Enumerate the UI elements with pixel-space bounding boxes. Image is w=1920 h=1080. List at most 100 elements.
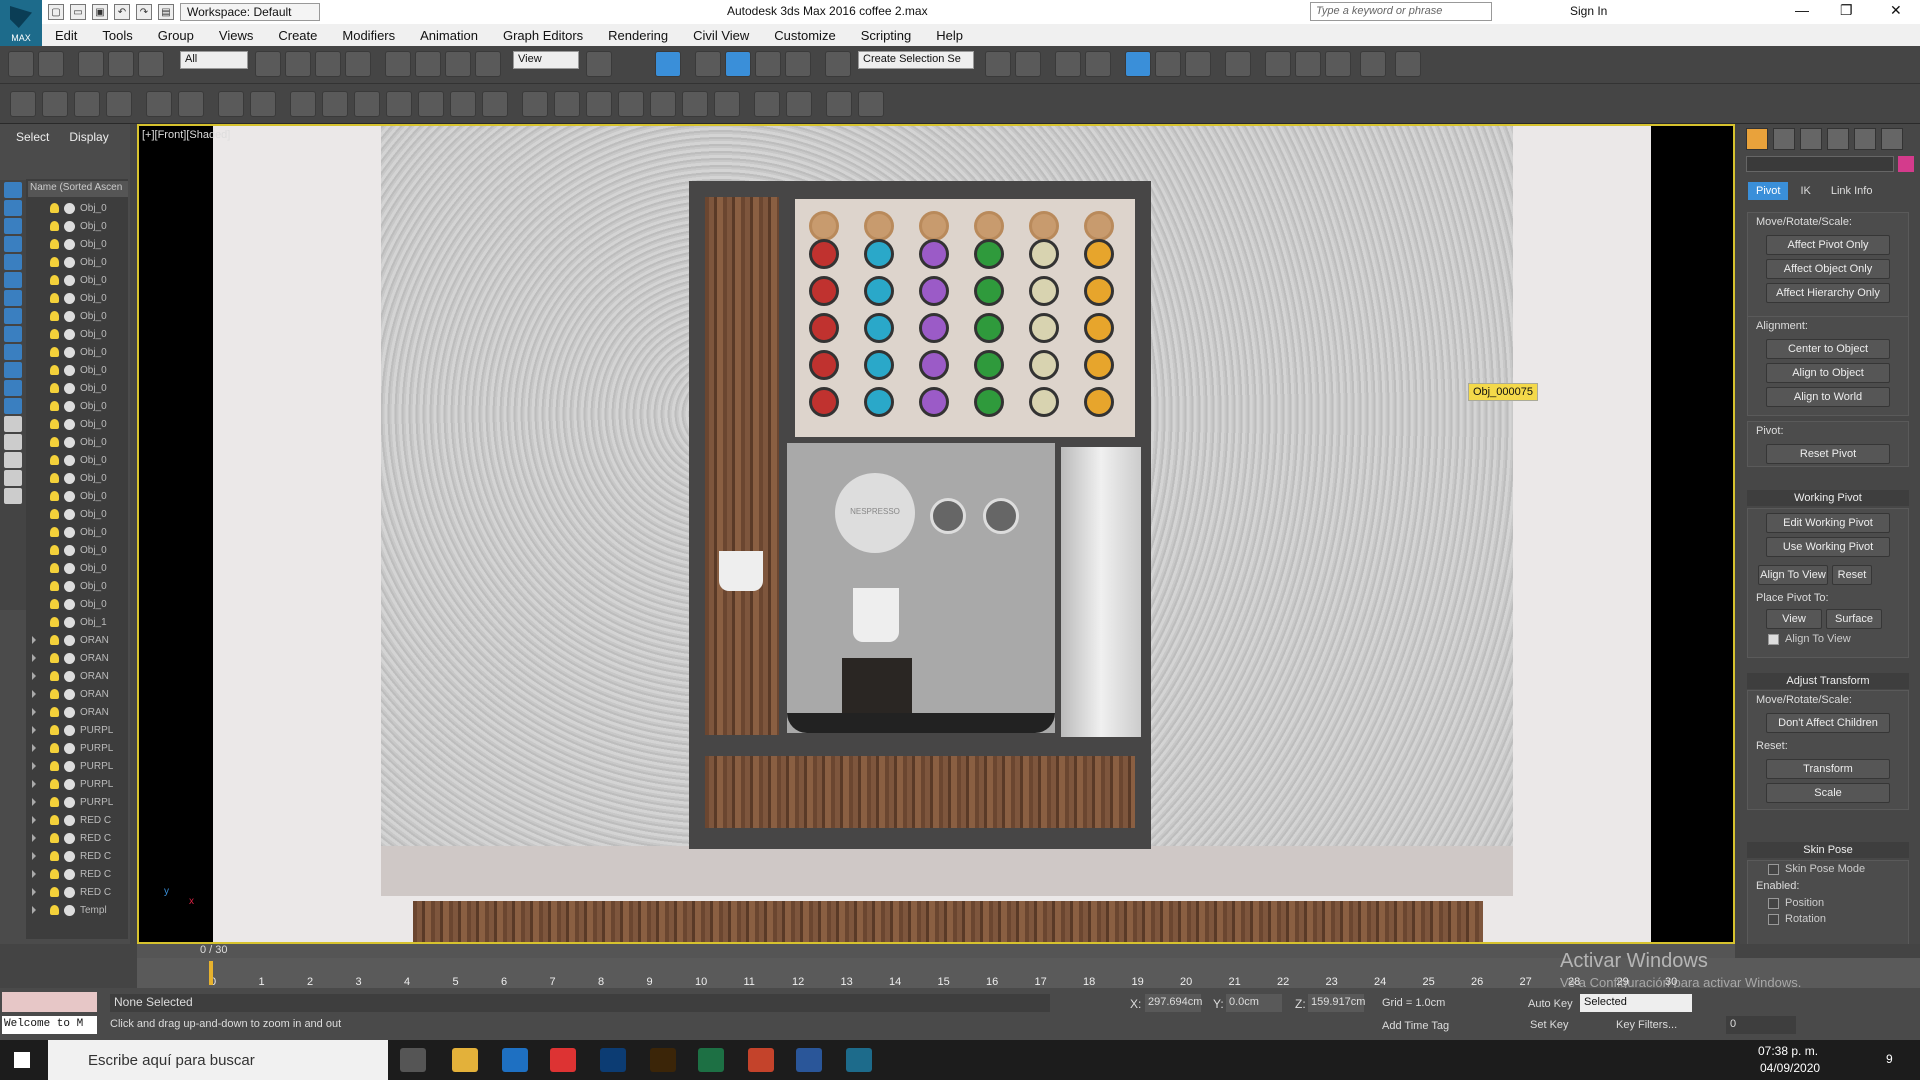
expand-arrow-icon[interactable]: [32, 744, 36, 752]
lightbulb-icon[interactable]: [50, 599, 59, 609]
display-none-icon[interactable]: [4, 416, 22, 432]
object-name-field[interactable]: [1746, 156, 1894, 172]
lightbulb-icon[interactable]: [50, 473, 59, 483]
list-item[interactable]: ORAN: [28, 631, 128, 649]
use-working-pivot-button[interactable]: Use Working Pivot: [1766, 537, 1890, 557]
menu-civil-view[interactable]: Civil View: [693, 28, 749, 43]
utilities-tab-icon[interactable]: [1881, 128, 1903, 150]
list-item[interactable]: Obj_0: [28, 523, 128, 541]
percent-snap-icon[interactable]: [755, 51, 781, 77]
list-item[interactable]: Obj_0: [28, 559, 128, 577]
rotate-icon[interactable]: [415, 51, 441, 77]
list-item[interactable]: PURPL: [28, 739, 128, 757]
render-production-icon[interactable]: [1325, 51, 1351, 77]
expand-arrow-icon[interactable]: [32, 636, 36, 644]
lightbulb-icon[interactable]: [50, 509, 59, 519]
pivot-center-icon[interactable]: [586, 51, 612, 77]
list-item[interactable]: Obj_0: [28, 379, 128, 397]
list-item[interactable]: Obj_0: [28, 541, 128, 559]
list-item[interactable]: PURPL: [28, 721, 128, 739]
hierarchy-tab-icon[interactable]: [1800, 128, 1822, 150]
mirror-icon[interactable]: [985, 51, 1011, 77]
list-item[interactable]: Obj_0: [28, 595, 128, 613]
tab-pivot[interactable]: Pivot: [1748, 182, 1789, 200]
affect-hierarchy-only-button[interactable]: Affect Hierarchy Only: [1766, 283, 1890, 303]
expand-arrow-icon[interactable]: [32, 906, 36, 914]
move-icon[interactable]: [385, 51, 411, 77]
file-explorer-icon[interactable]: [452, 1048, 478, 1072]
windows-start-icon[interactable]: [14, 1052, 30, 1068]
lightbulb-icon[interactable]: [50, 455, 59, 465]
lightbulb-icon[interactable]: [50, 401, 59, 411]
list-item[interactable]: Obj_0: [28, 361, 128, 379]
lightbulb-icon[interactable]: [50, 743, 59, 753]
expand-arrow-icon[interactable]: [32, 708, 36, 716]
lightbulb-icon[interactable]: [50, 581, 59, 591]
redo-icon[interactable]: [38, 51, 64, 77]
link-icon[interactable]: [78, 51, 104, 77]
unlink-icon[interactable]: [108, 51, 134, 77]
viewport-label[interactable]: [+][Front][Shaded]: [142, 129, 230, 141]
list-item[interactable]: RED C: [28, 865, 128, 883]
list-item[interactable]: Obj_0: [28, 289, 128, 307]
sphere-icon[interactable]: [354, 91, 380, 117]
taskbar-search[interactable]: Escribe aquí para buscar: [48, 1040, 388, 1080]
lightbulb-icon[interactable]: [50, 563, 59, 573]
render-iterative-icon[interactable]: [1360, 51, 1386, 77]
affect-object-only-button[interactable]: Affect Object Only: [1766, 259, 1890, 279]
clock-date[interactable]: 04/09/2020: [1760, 1061, 1820, 1075]
bind-spacewarp-icon[interactable]: [138, 51, 164, 77]
maximize-button[interactable]: ❐: [1840, 2, 1853, 19]
adjust-transform-rollout[interactable]: Adjust Transform: [1747, 673, 1909, 689]
skin-pose-mode-checkbox[interactable]: Skin Pose Mode: [1748, 861, 1908, 877]
display-spacewarps-icon[interactable]: [4, 272, 22, 288]
light-icon[interactable]: [146, 91, 172, 117]
list-item[interactable]: RED C: [28, 829, 128, 847]
lightbulb-icon[interactable]: [50, 545, 59, 555]
list-item[interactable]: Obj_0: [28, 469, 128, 487]
display-helpers-icon[interactable]: [4, 254, 22, 270]
list-item[interactable]: ORAN: [28, 703, 128, 721]
lightbulb-icon[interactable]: [50, 779, 59, 789]
list-item[interactable]: Obj_0: [28, 271, 128, 289]
add-time-tag[interactable]: Add Time Tag: [1382, 1020, 1449, 1032]
lightbulb-icon[interactable]: [50, 833, 59, 843]
x-coordinate-field[interactable]: 297.694cm: [1145, 994, 1202, 1012]
modify-tab-icon[interactable]: [1773, 128, 1795, 150]
sun-icon[interactable]: [450, 91, 476, 117]
undo-icon[interactable]: ↶: [114, 4, 130, 20]
expand-arrow-icon[interactable]: [32, 870, 36, 878]
help-icon[interactable]: [858, 91, 884, 117]
key-filters-button[interactable]: Key Filters...: [1616, 1019, 1677, 1031]
lightbulb-icon[interactable]: [50, 419, 59, 429]
display-groups-icon[interactable]: [4, 290, 22, 306]
list-item[interactable]: Obj_0: [28, 199, 128, 217]
select-object-icon[interactable]: [255, 51, 281, 77]
select-by-name-icon[interactable]: [285, 51, 311, 77]
3dsmax-taskbar-icon[interactable]: [846, 1048, 872, 1072]
edge-icon[interactable]: [502, 1048, 528, 1072]
auto-key-button[interactable]: Auto Key: [1528, 998, 1573, 1010]
lightbulb-icon[interactable]: [50, 707, 59, 717]
dome-icon[interactable]: [322, 91, 348, 117]
menu-customize[interactable]: Customize: [774, 28, 835, 43]
a360-icon[interactable]: [1395, 51, 1421, 77]
hair-icon[interactable]: [618, 91, 644, 117]
motion-tab-icon[interactable]: [1827, 128, 1849, 150]
lightbulb-icon[interactable]: [50, 635, 59, 645]
lightbulb-icon[interactable]: [50, 203, 59, 213]
object-color-swatch[interactable]: [1898, 156, 1914, 172]
expand-arrow-icon[interactable]: [32, 888, 36, 896]
list-item[interactable]: Obj_0: [28, 433, 128, 451]
app-menu-button[interactable]: MAX: [0, 0, 42, 46]
place-icon[interactable]: [475, 51, 501, 77]
tab-display[interactable]: Display: [69, 130, 108, 144]
grid-icon[interactable]: [106, 91, 132, 117]
expand-arrow-icon[interactable]: [32, 798, 36, 806]
list-item[interactable]: ORAN: [28, 649, 128, 667]
search-input[interactable]: Type a keyword or phrase: [1310, 2, 1492, 21]
find-icon[interactable]: [4, 470, 22, 486]
lightbulb-icon[interactable]: [50, 797, 59, 807]
lightbulb-icon[interactable]: [50, 725, 59, 735]
affect-pivot-only-button[interactable]: Affect Pivot Only: [1766, 235, 1890, 255]
